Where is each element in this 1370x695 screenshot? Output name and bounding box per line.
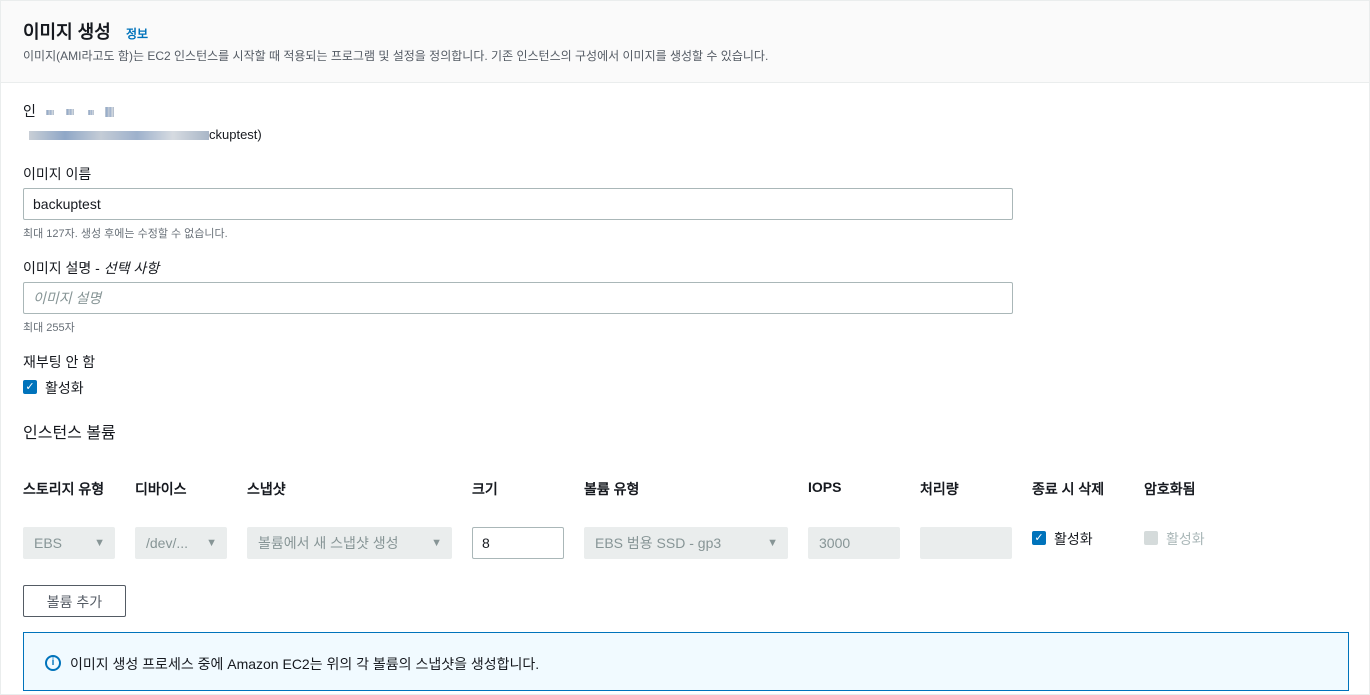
no-reboot-checkbox[interactable]: ✓ bbox=[23, 380, 37, 394]
info-icon: i bbox=[45, 655, 61, 671]
iops-field: 3000 bbox=[808, 527, 900, 559]
storage-type-value: EBS bbox=[34, 535, 63, 551]
encrypted-checkbox bbox=[1144, 531, 1158, 545]
col-snapshot: 스냅샷 bbox=[247, 481, 286, 497]
volume-type-select: EBS 범용 SSD - gp3 ▼ bbox=[584, 527, 788, 559]
info-link[interactable]: 정보 bbox=[126, 25, 148, 42]
chevron-down-icon: ▼ bbox=[431, 537, 442, 549]
instance-id-value: ckuptest) bbox=[29, 127, 262, 142]
chevron-down-icon: ▼ bbox=[767, 537, 778, 549]
delete-on-termination-checkbox[interactable]: ✓ bbox=[1032, 531, 1046, 545]
col-size: 크기 bbox=[472, 481, 498, 497]
col-storage-type: 스토리지 유형 bbox=[23, 481, 105, 497]
col-throughput: 처리량 bbox=[920, 481, 959, 497]
chevron-down-icon: ▼ bbox=[206, 537, 217, 549]
instance-volumes-title: 인스턴스 볼륨 bbox=[23, 425, 116, 442]
col-encrypted: 암호화됨 bbox=[1144, 481, 1196, 497]
page-title: 이미지 생성 bbox=[23, 22, 111, 42]
header-description: 이미지(AMI라고도 함)는 EC2 인스턴스를 시작할 때 적용되는 프로그램… bbox=[23, 49, 769, 63]
snapshot-value: 볼륨에서 새 스냅샷 생성 bbox=[258, 535, 399, 551]
redacted-text bbox=[87, 109, 94, 115]
col-delete-on-termination: 종료 시 삭제 bbox=[1032, 481, 1105, 497]
device-select: /dev/... ▼ bbox=[135, 527, 227, 559]
chevron-down-icon: ▼ bbox=[94, 537, 105, 549]
throughput-field bbox=[920, 527, 1012, 559]
delete-on-termination-label[interactable]: 활성화 bbox=[1054, 529, 1093, 549]
col-volume-type: 볼륨 유형 bbox=[584, 481, 640, 497]
panel-header: 이미지 생성 정보 이미지(AMI라고도 함)는 EC2 인스턴스를 시작할 때… bbox=[1, 1, 1369, 83]
info-alert-text: 이미지 생성 프로세스 중에 Amazon EC2는 위의 각 볼륨의 스냅샷을… bbox=[70, 656, 540, 672]
image-description-input[interactable]: 이미지 설명 bbox=[23, 282, 1013, 314]
redacted-text bbox=[45, 109, 54, 115]
redacted-text bbox=[29, 131, 209, 141]
add-volume-button[interactable]: 볼륨 추가 bbox=[23, 585, 126, 617]
volume-type-value: EBS 범용 SSD - gp3 bbox=[595, 535, 722, 551]
device-value: /dev/... bbox=[146, 535, 189, 551]
image-description-hint: 최대 255자 bbox=[23, 322, 75, 334]
image-name-label: 이미지 이름 bbox=[23, 166, 92, 182]
image-name-hint: 최대 127자. 생성 후에는 수정할 수 없습니다. bbox=[23, 228, 228, 240]
encrypted-label: 활성화 bbox=[1166, 531, 1205, 547]
col-device: 디바이스 bbox=[135, 481, 187, 497]
storage-type-select: EBS ▼ bbox=[23, 527, 115, 559]
redacted-text bbox=[65, 109, 74, 116]
instance-id-suffix: ckuptest) bbox=[209, 127, 262, 142]
redacted-text bbox=[105, 107, 115, 118]
image-description-label-text: 이미지 설명 - bbox=[23, 260, 104, 276]
instance-id-label-text: 인 bbox=[23, 103, 36, 119]
info-alert: i 이미지 생성 프로세스 중에 Amazon EC2는 위의 각 볼륨의 스냅… bbox=[23, 632, 1349, 691]
create-image-panel: 이미지 생성 정보 이미지(AMI라고도 함)는 EC2 인스턴스를 시작할 때… bbox=[0, 0, 1370, 695]
col-iops: IOPS bbox=[808, 479, 842, 495]
optional-label: 선택 사항 bbox=[103, 260, 160, 276]
instance-id-label: 인 bbox=[23, 101, 115, 121]
image-description-label: 이미지 설명 - 선택 사항 bbox=[23, 258, 159, 278]
image-name-input[interactable]: backuptest bbox=[23, 188, 1013, 220]
no-reboot-label: 재부팅 안 함 bbox=[23, 354, 96, 370]
no-reboot-checkbox-label[interactable]: 활성화 bbox=[45, 378, 84, 398]
snapshot-select: 볼륨에서 새 스냅샷 생성 ▼ bbox=[247, 527, 452, 559]
size-input[interactable]: 8 bbox=[472, 527, 564, 559]
